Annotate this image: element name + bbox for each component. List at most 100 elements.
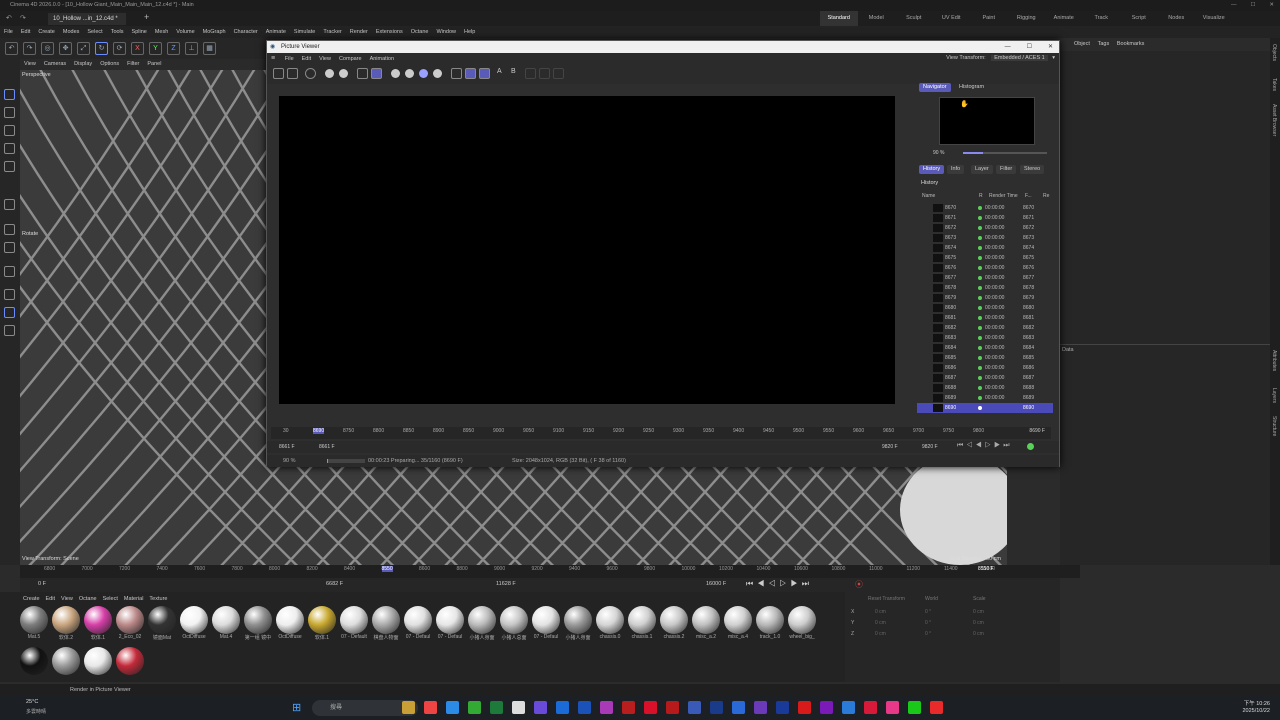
overlay-icon[interactable] bbox=[553, 68, 564, 79]
document-tab[interactable]: 10_Hollow ...in_12.c4d * bbox=[48, 13, 126, 25]
material-item[interactable]: misc_a.4 bbox=[722, 606, 754, 640]
taskbar-app-icon[interactable] bbox=[776, 701, 789, 714]
taskbar-app-icon[interactable] bbox=[666, 701, 679, 714]
layout-tab-1[interactable]: Model bbox=[858, 11, 896, 26]
pv-timeline[interactable]: 8690 F 30 8690 8750 8800 8850 8900 8950 9000 905… bbox=[271, 427, 1051, 439]
points-mode-icon[interactable] bbox=[4, 125, 15, 136]
undo-tool-icon[interactable]: ↶ bbox=[5, 42, 18, 55]
coord-field[interactable]: 0 cm bbox=[875, 631, 886, 637]
pv-status-zoom[interactable]: 90 % bbox=[283, 455, 296, 467]
menu-13[interactable]: Tracker bbox=[323, 29, 341, 35]
material-item[interactable] bbox=[82, 647, 114, 675]
windows-start-icon[interactable]: ⊞ bbox=[292, 701, 301, 714]
compare-b-icon[interactable] bbox=[479, 68, 490, 79]
timeline-end[interactable]: 16000 F bbox=[706, 581, 726, 587]
taskbar-app-icon[interactable] bbox=[402, 701, 415, 714]
material-menu-1[interactable]: Edit bbox=[46, 596, 55, 602]
material-menu-0[interactable]: Create bbox=[23, 596, 40, 602]
material-item[interactable]: 软体.1 bbox=[306, 606, 338, 641]
col-render-time[interactable]: Render Time bbox=[989, 193, 1018, 199]
history-row[interactable]: 8681 00:00:00 8681 bbox=[917, 313, 1053, 323]
tab-navigator[interactable]: Navigator bbox=[919, 83, 951, 92]
history-row[interactable]: 8683 00:00:00 8683 bbox=[917, 333, 1053, 343]
material-item[interactable]: 小猪人总面 bbox=[498, 606, 530, 641]
snap-icon[interactable] bbox=[4, 224, 15, 235]
taskbar-app-icon[interactable] bbox=[842, 701, 855, 714]
layout-tab-6[interactable]: Animate bbox=[1045, 11, 1083, 26]
taskbar-app-icon[interactable] bbox=[886, 701, 899, 714]
history-row[interactable]: 8684 00:00:00 8684 bbox=[917, 343, 1053, 353]
undo-icon[interactable]: ↶ bbox=[6, 14, 12, 22]
menu-15[interactable]: Extensions bbox=[376, 29, 403, 35]
pv-frame-a[interactable]: 9820 F bbox=[882, 444, 898, 450]
history-row[interactable]: 8670 00:00:00 8670 bbox=[917, 203, 1053, 213]
menu-11[interactable]: Animate bbox=[266, 29, 286, 35]
new-tab-icon[interactable]: + bbox=[144, 12, 149, 22]
coord-field[interactable]: 0 cm bbox=[973, 631, 984, 637]
reset-transform-button[interactable]: Reset Transform bbox=[868, 596, 905, 602]
pv-transport-icons[interactable]: ⏮◁◀▷▶⏭ bbox=[957, 442, 1013, 450]
history-row[interactable]: 8675 00:00:00 8675 bbox=[917, 253, 1053, 263]
history-row[interactable]: 8689 00:00:00 8689 bbox=[917, 393, 1053, 403]
axis-mode-icon[interactable] bbox=[4, 199, 15, 210]
history-row[interactable]: 8685 00:00:00 8685 bbox=[917, 353, 1053, 363]
pv-tab-2[interactable]: Layer bbox=[971, 165, 993, 174]
save-icon[interactable] bbox=[287, 68, 298, 79]
main-timeline[interactable]: 6800 7000 7200 7400 7600 7800 8000 8200 8400 8550… bbox=[20, 565, 1080, 578]
menu-9[interactable]: MoGraph bbox=[203, 29, 226, 35]
coord-field[interactable]: 0 ° bbox=[925, 609, 931, 615]
material-item[interactable]: 07 - Default bbox=[338, 606, 370, 640]
layout-tab-7[interactable]: Track bbox=[1083, 11, 1121, 26]
menu-3[interactable]: Modes bbox=[63, 29, 80, 35]
view-transform[interactable]: View Transform: Embedded / ACES 1 ▾ bbox=[946, 55, 1055, 61]
stop-icon[interactable] bbox=[305, 68, 316, 79]
channel-b-icon[interactable] bbox=[419, 69, 428, 78]
live-select-icon[interactable]: ◎ bbox=[41, 42, 54, 55]
history-row[interactable]: 8672 00:00:00 8672 bbox=[917, 223, 1053, 233]
material-menu-3[interactable]: Octane bbox=[79, 596, 97, 602]
col-name[interactable]: Name bbox=[922, 193, 935, 199]
taskbar-app-icon[interactable] bbox=[556, 701, 569, 714]
layout-tab-8[interactable]: Script bbox=[1120, 11, 1158, 26]
taskbar-app-icon[interactable] bbox=[424, 701, 437, 714]
material-item[interactable] bbox=[50, 647, 82, 675]
swap-icon[interactable] bbox=[525, 68, 536, 79]
history-row[interactable]: 8671 00:00:00 8671 bbox=[917, 213, 1053, 223]
coord-field[interactable]: 0 ° bbox=[925, 620, 931, 626]
viewport-menu-0[interactable]: View bbox=[24, 61, 36, 67]
taskbar-app-icon[interactable] bbox=[930, 701, 943, 714]
world-dropdown[interactable]: World bbox=[925, 596, 938, 602]
scale-icon[interactable]: ⤢ bbox=[77, 42, 90, 55]
material-item[interactable]: 2_Eco_02 bbox=[114, 606, 146, 640]
material-item[interactable]: 07 - Defaul bbox=[402, 606, 434, 640]
pv-tab-4[interactable]: Stereo bbox=[1020, 165, 1045, 174]
history-row[interactable]: 8682 00:00:00 8682 bbox=[917, 323, 1053, 333]
open-icon[interactable] bbox=[273, 68, 284, 79]
material-item[interactable]: misc_a.2 bbox=[690, 606, 722, 640]
maximize-icon[interactable]: ☐ bbox=[1250, 0, 1255, 11]
menu-7[interactable]: Mesh bbox=[155, 29, 168, 35]
rotate-icon[interactable]: ↻ bbox=[95, 42, 108, 55]
render-region-icon[interactable]: ▦ bbox=[203, 42, 216, 55]
channel-alpha-icon[interactable] bbox=[433, 69, 442, 78]
history-row[interactable]: 8678 00:00:00 8678 bbox=[917, 283, 1053, 293]
material-item[interactable]: 软体.2 bbox=[50, 606, 82, 641]
preview-min-field[interactable]: 6682 F bbox=[326, 581, 343, 587]
menu-17[interactable]: Window bbox=[436, 29, 456, 35]
history-row[interactable]: 8690 8690 bbox=[917, 403, 1053, 413]
layout-tab-4[interactable]: Paint bbox=[970, 11, 1008, 26]
menu-16[interactable]: Octane bbox=[411, 29, 429, 35]
history-row[interactable]: 8688 00:00:00 8688 bbox=[917, 383, 1053, 393]
taskbar-app-icon[interactable] bbox=[864, 701, 877, 714]
z-axis-icon[interactable]: Z bbox=[167, 42, 180, 55]
zoom-slider[interactable] bbox=[963, 152, 1047, 154]
menu-10[interactable]: Character bbox=[234, 29, 258, 35]
material-item[interactable]: 镜面Mat bbox=[146, 606, 178, 641]
edges-mode-icon[interactable] bbox=[4, 143, 15, 154]
col-res[interactable]: Re bbox=[1043, 193, 1049, 199]
col-r[interactable]: R bbox=[979, 193, 983, 199]
pv-tab-0[interactable]: History bbox=[919, 165, 945, 174]
model-mode-icon[interactable] bbox=[4, 89, 15, 100]
viewport-menu-5[interactable]: Panel bbox=[147, 61, 161, 67]
timeline-start[interactable]: 0 F bbox=[38, 581, 46, 587]
